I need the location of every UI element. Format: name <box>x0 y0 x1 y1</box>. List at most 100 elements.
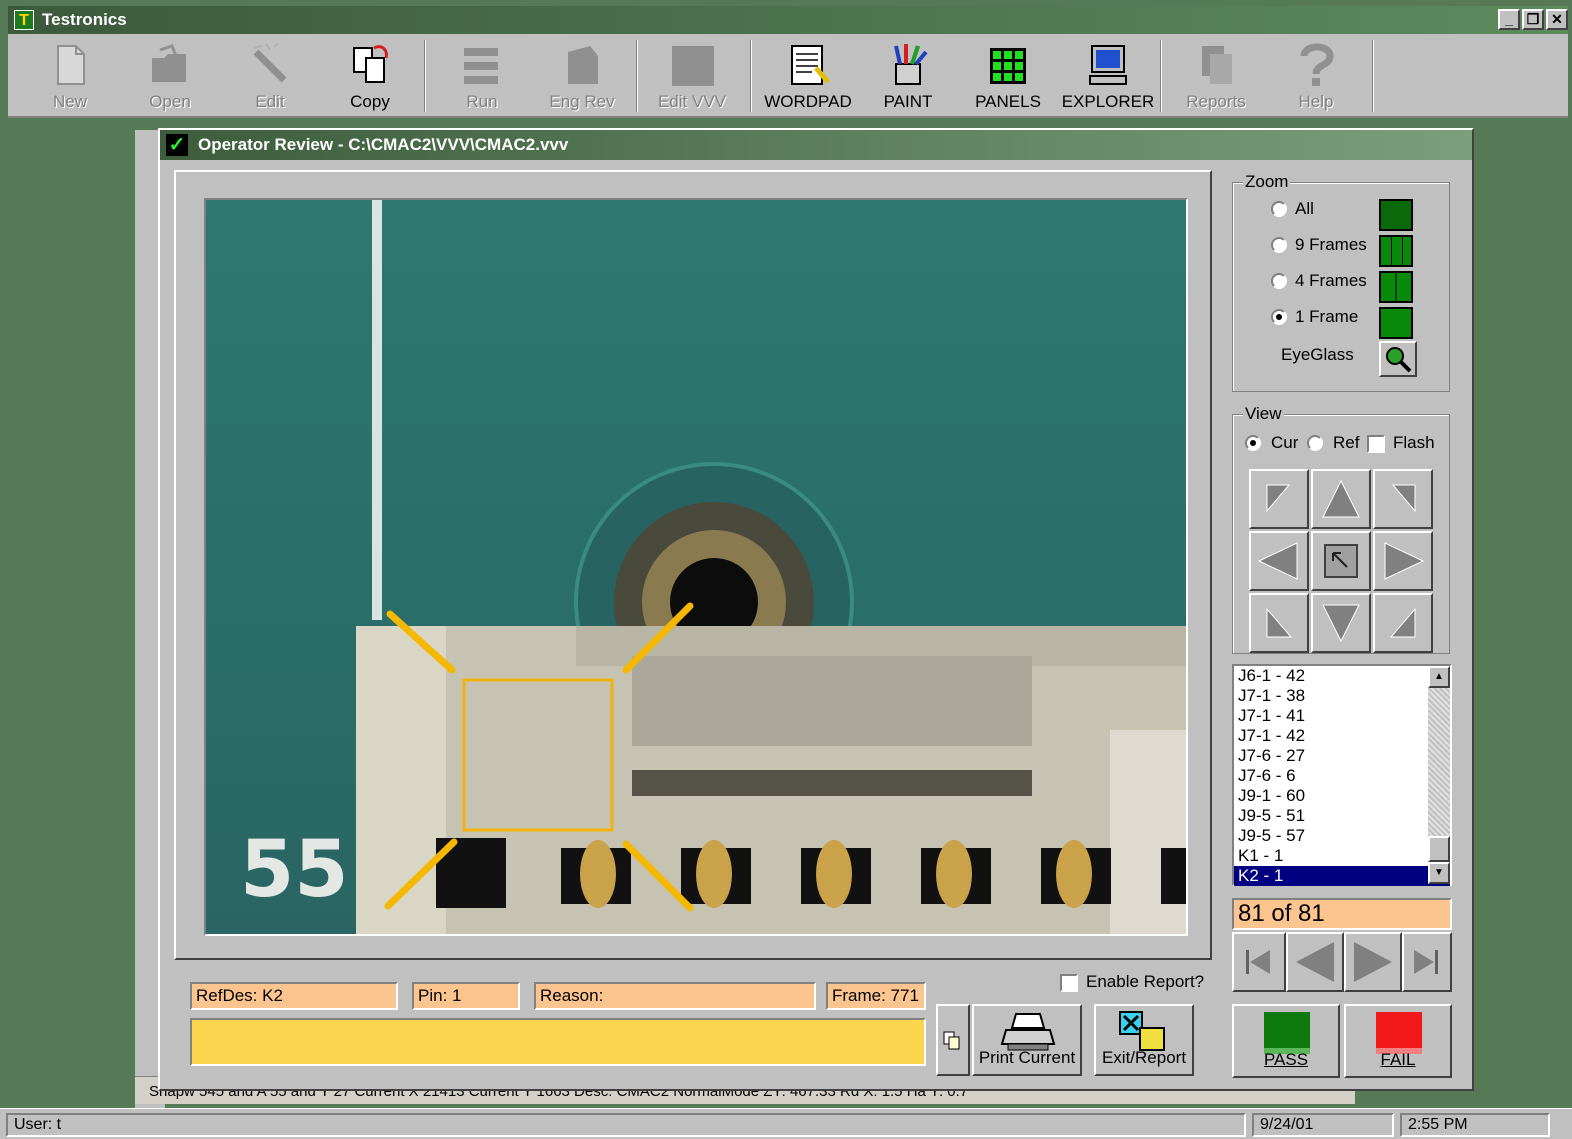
wordpad-button[interactable]: WORDPAD <box>760 38 856 114</box>
pan-left-button[interactable] <box>1249 531 1309 591</box>
first-record-button[interactable] <box>1232 932 1286 992</box>
new-file-icon <box>57 45 85 85</box>
explorer-button[interactable]: EXPLORER <box>1060 38 1156 114</box>
enable-report-label: Enable Report? <box>1086 972 1205 991</box>
zoom-4-frames-radio[interactable] <box>1271 273 1287 289</box>
enable-report-checkbox[interactable] <box>1060 974 1078 992</box>
dialog-title: Operator Review - C:\CMAC2\VVV\CMAC2.vvv <box>198 135 569 154</box>
list-scrollbar[interactable]: ▲ ▼ <box>1428 666 1450 884</box>
zoom-all-radio[interactable] <box>1271 201 1287 217</box>
testronics-logo-icon: T <box>14 10 34 30</box>
maximize-button[interactable]: ❒ <box>1522 9 1544 30</box>
new-button[interactable]: New <box>22 38 118 114</box>
scroll-down-button[interactable]: ▼ <box>1428 862 1450 884</box>
pass-color-icon <box>1264 1012 1310 1054</box>
next-record-button[interactable] <box>1344 932 1402 992</box>
copy-button[interactable]: Copy <box>322 38 418 114</box>
eng-rev-button[interactable]: Eng Rev <box>534 38 630 114</box>
run-icon <box>464 48 498 84</box>
explorer-label: EXPLORER <box>1061 92 1155 111</box>
arrow-down-icon <box>1322 604 1360 643</box>
help-button[interactable]: Help <box>1268 38 1364 114</box>
pan-center-button[interactable] <box>1311 531 1371 591</box>
list-item[interactable]: J9-5 - 57 <box>1234 826 1450 846</box>
view-cur-label: Cur <box>1271 433 1299 452</box>
new-label: New <box>52 92 87 111</box>
exit-report-label: Exit/Report <box>1101 1048 1187 1067</box>
list-item[interactable]: J7-6 - 6 <box>1234 766 1450 786</box>
date-status: 9/24/01 <box>1252 1113 1394 1137</box>
list-item[interactable]: K1 - 1 <box>1234 846 1450 866</box>
wordpad-label: WORDPAD <box>764 92 852 111</box>
view-group: View Cur Ref Flash <box>1232 404 1450 654</box>
minimize-button[interactable]: _ <box>1498 9 1520 30</box>
edit-vvv-button[interactable]: Edit VVV <box>644 38 740 114</box>
list-item[interactable]: J7-1 - 42 <box>1234 726 1450 746</box>
list-item[interactable]: J7-1 - 38 <box>1234 686 1450 706</box>
list-item[interactable]: J7-6 - 27 <box>1234 746 1450 766</box>
toolbar-separator <box>636 40 638 112</box>
run-button[interactable]: Run <box>434 38 530 114</box>
edit-vvv-icon <box>672 46 714 86</box>
panels-button[interactable]: PANELS <box>960 38 1056 114</box>
pan-up-right-button[interactable] <box>1373 469 1433 529</box>
list-item[interactable]: K2 - 1 <box>1234 866 1450 886</box>
wordpad-icon <box>791 45 830 85</box>
toolbar-separator <box>1160 40 1162 112</box>
reason-field: Reason: <box>534 982 816 1010</box>
skip-last-icon <box>1414 950 1438 974</box>
pan-down-right-button[interactable] <box>1373 593 1433 653</box>
paint-icon <box>894 44 928 85</box>
frame-field: Frame: 771 <box>826 982 926 1010</box>
arrow-right-icon <box>1384 542 1425 580</box>
eyeglass-label: EyeGlass <box>1281 345 1354 364</box>
help-icon <box>1300 43 1334 86</box>
pan-down-left-button[interactable] <box>1249 593 1309 653</box>
scroll-up-button[interactable]: ▲ <box>1428 666 1450 688</box>
pan-up-left-button[interactable] <box>1249 469 1309 529</box>
pan-down-button[interactable] <box>1311 593 1371 653</box>
pass-button[interactable]: PASS <box>1232 1004 1340 1078</box>
close-button[interactable]: ✕ <box>1546 9 1568 30</box>
list-item[interactable]: J7-1 - 41 <box>1234 706 1450 726</box>
paint-label: PAINT <box>883 92 933 111</box>
view-cur-radio[interactable] <box>1245 435 1261 451</box>
main-toolbar: New Open Edit Copy Run Eng Rev Edit VVV … <box>8 34 1568 118</box>
defect-list[interactable]: J6-1 - 42 J7-1 - 38 J7-1 - 41 J7-1 - 42 J7-6… <box>1232 664 1452 886</box>
next-icon <box>1354 942 1392 982</box>
notes-input[interactable] <box>190 1018 926 1066</box>
previous-record-button[interactable] <box>1286 932 1344 992</box>
open-button[interactable]: Open <box>122 38 218 114</box>
print-current-label: Print Current <box>978 1048 1076 1067</box>
paint-button[interactable]: PAINT <box>860 38 956 114</box>
list-item[interactable]: J9-5 - 51 <box>1234 806 1450 826</box>
pan-up-button[interactable] <box>1311 469 1371 529</box>
list-item[interactable]: J9-1 - 60 <box>1234 786 1450 806</box>
reports-button[interactable]: Reports <box>1168 38 1264 114</box>
list-item[interactable]: J6-1 - 42 <box>1234 666 1450 686</box>
refdes-field: RefDes: K2 <box>190 982 398 1010</box>
zoom-9-frames-radio[interactable] <box>1271 237 1287 253</box>
print-current-button[interactable]: Print Current <box>972 1004 1082 1076</box>
scroll-thumb[interactable] <box>1428 836 1450 862</box>
edit-button[interactable]: Edit <box>222 38 318 114</box>
zoom-1-frame-label: 1 Frame <box>1295 307 1359 326</box>
inspection-image[interactable]: 55 <box>204 198 1188 936</box>
defect-list-items: J6-1 - 42 J7-1 - 38 J7-1 - 41 J7-1 - 42 J7-6… <box>1234 666 1450 886</box>
explorer-icon <box>1089 45 1127 85</box>
zoom-1-frame-radio[interactable] <box>1271 309 1287 325</box>
fail-label: FAIL <box>1380 1050 1416 1069</box>
eyeglass-button[interactable] <box>1379 341 1417 377</box>
app-title-bar: T Testronics _ ❒ ✕ <box>8 6 1568 34</box>
fail-button[interactable]: FAIL <box>1344 1004 1452 1078</box>
flash-checkbox[interactable] <box>1367 435 1385 453</box>
zoom-4-frames-label: 4 Frames <box>1295 271 1367 290</box>
pan-right-button[interactable] <box>1373 531 1433 591</box>
copy-notes-button[interactable] <box>936 1004 970 1076</box>
exit-report-button[interactable]: Exit/Report <box>1094 1004 1194 1076</box>
time-status: 2:55 PM <box>1400 1113 1550 1137</box>
view-ref-radio[interactable] <box>1307 435 1323 451</box>
app-title: Testronics <box>42 10 127 29</box>
help-label: Help <box>1298 92 1334 111</box>
last-record-button[interactable] <box>1402 932 1452 992</box>
